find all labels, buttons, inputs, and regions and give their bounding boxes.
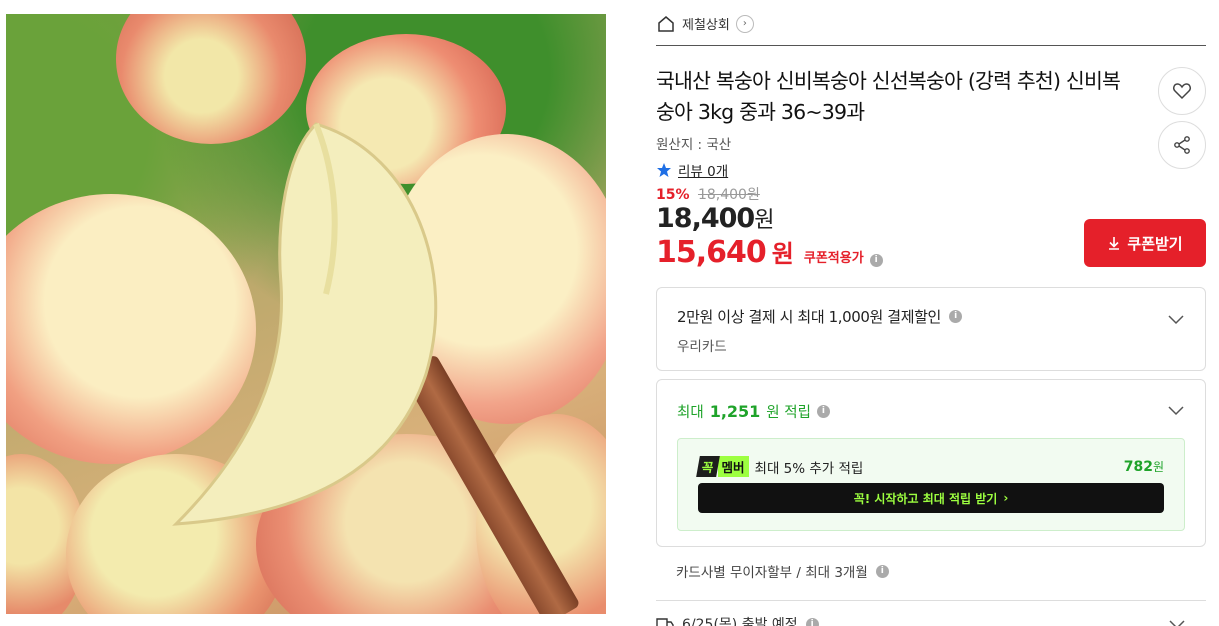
origin-text: 원산지 : 국산	[656, 137, 732, 153]
chevron-right-icon: ›	[1003, 491, 1009, 505]
points-panel: 최대 1,251 원 적립 i 꼭 멤버 최대 5% 추가 적립 782원 꼭! …	[656, 379, 1206, 547]
member-benefit-box: 꼭 멤버 최대 5% 추가 적립 782원 꼭! 시작하고 최대 적립 받기 ›	[677, 438, 1185, 531]
chevron-down-icon[interactable]	[1168, 615, 1186, 626]
review-count: 리뷰 0개	[678, 164, 729, 180]
share-button[interactable]	[1158, 121, 1206, 169]
points-prefix: 최대	[677, 405, 704, 421]
coupon-price-label: 쿠폰적용가	[803, 251, 864, 266]
product-title: 국내산 복숭아 신비복숭아 신선복숭아 (강력 추천) 신비복숭아 3kg 중과…	[656, 69, 1121, 124]
coupon-price-unit: 원	[771, 240, 794, 268]
original-price: 18,400원	[697, 187, 760, 203]
member-start-button[interactable]: 꼭! 시작하고 최대 적립 받기 ›	[698, 483, 1164, 513]
info-icon[interactable]: i	[805, 617, 819, 626]
get-coupon-button[interactable]: 쿠폰받기	[1084, 219, 1206, 267]
home-icon[interactable]	[656, 14, 676, 34]
member-points-value: 782	[1123, 459, 1153, 475]
installment-text: 카드사별 무이자할부 / 최대 3개월	[676, 565, 868, 581]
wishlist-button[interactable]	[1158, 67, 1206, 115]
shipping-row[interactable]: 6/25(목) 출발 예정 i	[656, 614, 1206, 626]
chevron-down-icon[interactable]	[1167, 401, 1185, 419]
member-points-unit: 원	[1152, 460, 1164, 474]
truck-icon	[656, 618, 674, 626]
member-benefit-row: 꼭 멤버 최대 5% 추가 적립 782원	[696, 456, 1164, 477]
sale-price: 18,400원	[656, 202, 774, 234]
share-icon	[1174, 136, 1190, 154]
coupon-price-value: 15,640	[656, 235, 767, 270]
sale-price-value: 18,400	[656, 203, 755, 234]
points-amount: 1,251	[709, 402, 761, 421]
card-benefit-title-row: 2만원 이상 결제 시 최대 1,000원 결제할인 i	[677, 306, 962, 327]
card-name: 우리카드	[677, 339, 727, 355]
sale-price-unit: 원	[754, 208, 774, 233]
installment-info: 카드사별 무이자할부 / 최대 3개월 i	[676, 561, 889, 581]
discount-row: 15% 18,400원	[656, 184, 760, 204]
product-page: 제철상회 › 국내산 복숭아 신비복숭아 신선복숭아 (강력 추천) 신비복숭아…	[0, 0, 1219, 626]
brand-bar: 제철상회 ›	[656, 0, 1206, 46]
info-icon[interactable]: i	[948, 310, 962, 323]
download-icon	[1109, 237, 1120, 250]
points-summary: 최대 1,251 원 적립 i	[677, 401, 830, 422]
brand-name-link[interactable]: 제철상회	[682, 14, 730, 33]
card-benefit-panel[interactable]: 2만원 이상 결제 시 최대 1,000원 결제할인 i 우리카드	[656, 287, 1206, 371]
heart-icon	[1173, 83, 1191, 100]
product-info-panel: 제철상회 › 국내산 복숭아 신비복숭아 신선복숭아 (강력 추천) 신비복숭아…	[656, 0, 1206, 626]
member-badge-member: 멤버	[717, 456, 749, 477]
shipping-text: 6/25(목) 출발 예정	[682, 617, 798, 626]
product-image[interactable]	[6, 14, 606, 614]
member-start-label: 꼭! 시작하고 최대 적립 받기	[853, 491, 998, 506]
info-icon[interactable]: i	[875, 564, 889, 578]
member-badge-kkok: 꼭	[696, 456, 720, 477]
peach-slice-shape	[172, 122, 438, 526]
card-benefit-title: 2만원 이상 결제 시 최대 1,000원 결제할인	[677, 308, 941, 326]
chevron-down-icon[interactable]	[1167, 310, 1185, 328]
coupon-price: 15,640 원 쿠폰적용가 i	[656, 234, 883, 270]
member-benefit-text: 최대 5% 추가 적립	[754, 460, 864, 477]
review-link[interactable]: 리뷰 0개	[656, 160, 728, 180]
info-icon[interactable]: i	[869, 254, 883, 267]
chevron-right-icon[interactable]: ›	[735, 14, 754, 33]
get-coupon-label: 쿠폰받기	[1127, 234, 1183, 253]
divider	[656, 600, 1206, 601]
info-icon[interactable]: i	[816, 405, 830, 418]
member-points-amount: 782원	[1124, 458, 1164, 475]
star-icon	[657, 163, 671, 177]
points-suffix: 원 적립	[766, 405, 811, 421]
discount-rate: 15%	[656, 187, 690, 203]
